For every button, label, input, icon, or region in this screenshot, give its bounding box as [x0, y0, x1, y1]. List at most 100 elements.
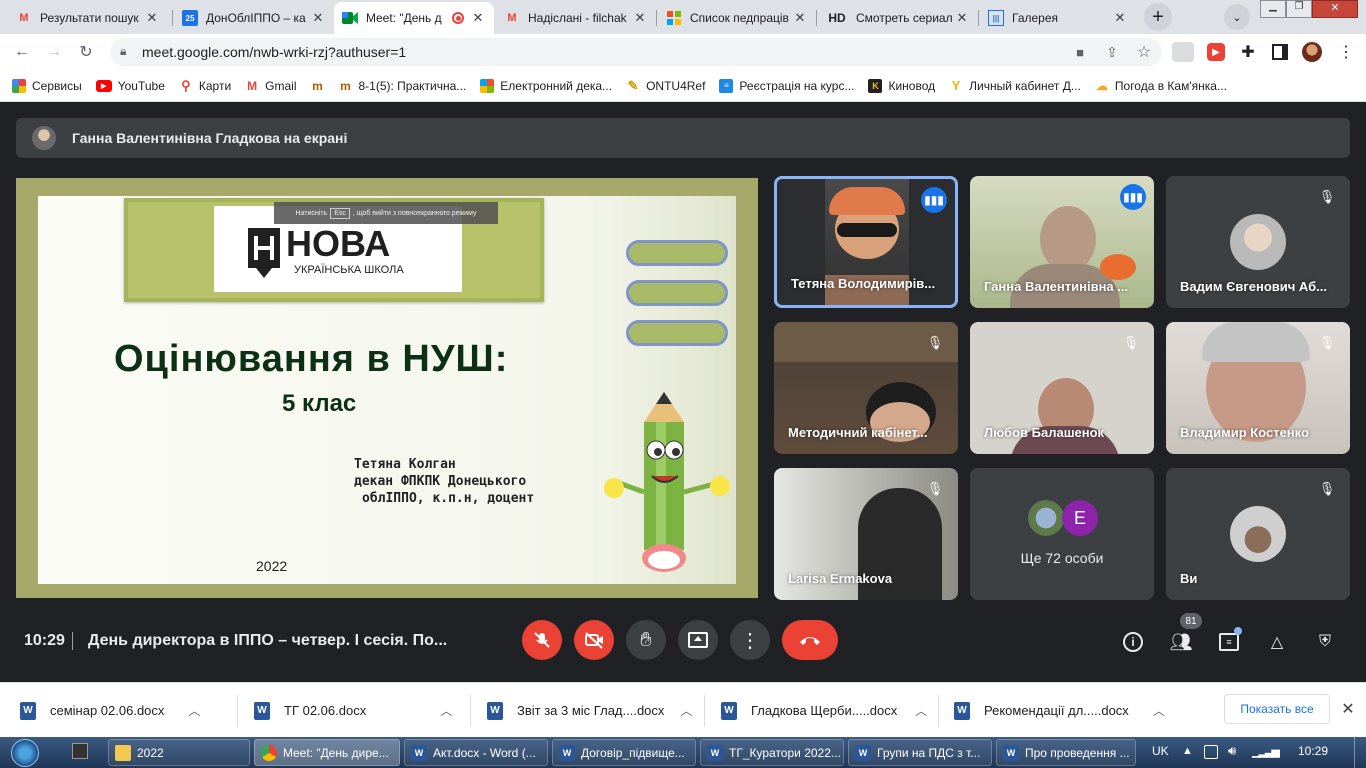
tab-search-button[interactable]: ⌄: [1224, 4, 1250, 30]
tab-gallery[interactable]: ||| Галерея ✕: [980, 2, 1136, 34]
camera-icon[interactable]: ■: [1066, 38, 1094, 66]
windows-start-icon: [11, 738, 39, 767]
taskbar-item-folder[interactable]: 2022: [108, 739, 250, 766]
tab-staff-list[interactable]: Список педпраців ✕: [658, 2, 816, 34]
address-bar[interactable]: 🔒︎ meet.google.com/nwb-wrki-rzj?authuser…: [110, 38, 1162, 66]
bookmark-practical[interactable]: m 8-1(5): Практична...: [339, 79, 466, 93]
close-icon[interactable]: ✕: [144, 10, 160, 26]
participant-tile[interactable]: ▮▮▮ Тетяна Володимирів...: [774, 176, 958, 308]
tray-expand-icon[interactable]: ▲: [1182, 745, 1193, 757]
close-icon[interactable]: ✕: [632, 10, 648, 26]
language-indicator[interactable]: UK: [1152, 744, 1169, 758]
divider: [938, 695, 939, 727]
new-tab-button[interactable]: +: [1144, 3, 1172, 31]
chevron-up-icon[interactable]: ︿: [1153, 702, 1165, 719]
window-controls: ▁ ❐ ✕: [1260, 0, 1366, 18]
reload-button[interactable]: ↻: [72, 38, 100, 66]
download-item[interactable]: W ТГ 02.06.docx ︿: [254, 683, 452, 738]
people-button[interactable]: 👥︎: [1166, 627, 1196, 657]
tab-series[interactable]: HD Смотреть сериал ✕: [818, 2, 978, 34]
taskbar-item-word[interactable]: W Про проведення ...: [996, 739, 1136, 766]
others-tile[interactable]: E Ще 72 особи: [970, 468, 1154, 600]
bookmark-youtube[interactable]: ▶ YouTube: [95, 79, 165, 93]
participant-tile[interactable]: 🎙︎ Любов Балашенок: [970, 322, 1154, 454]
extension-record-icon[interactable]: ▶: [1207, 43, 1225, 61]
share-icon[interactable]: ⇪: [1098, 38, 1126, 66]
media-player-icon[interactable]: [72, 743, 88, 759]
puzzle-icon[interactable]: ✚: [1234, 38, 1262, 66]
forward-button[interactable]: →: [40, 38, 68, 66]
mic-toggle-button[interactable]: [522, 620, 562, 660]
show-all-downloads-button[interactable]: Показать все: [1224, 694, 1330, 724]
tab-calendar[interactable]: 25 ДонОблІППО – ка ✕: [174, 2, 334, 34]
system-clock[interactable]: 10:29: [1298, 744, 1328, 758]
close-icon[interactable]: ✕: [310, 10, 326, 26]
slide-year: 2022: [256, 558, 288, 574]
present-button[interactable]: [678, 620, 718, 660]
close-icon[interactable]: ✕: [1112, 10, 1128, 26]
self-tile[interactable]: 🎙︎ Ви: [1166, 468, 1350, 600]
participant-tile[interactable]: 🎙︎ Владимир Костенко: [1166, 322, 1350, 454]
taskbar-item-word[interactable]: W ТГ_Куратори 2022...: [700, 739, 844, 766]
tab-search-results[interactable]: M Результати пошук ✕: [8, 2, 168, 34]
activities-button[interactable]: △: [1262, 627, 1292, 657]
participant-tile[interactable]: ▮▮▮ Ганна Валентинівна ...: [970, 176, 1154, 308]
camera-toggle-button[interactable]: [574, 620, 614, 660]
network-icon[interactable]: ▁▂▃▅: [1252, 745, 1280, 758]
participant-tile[interactable]: 🎙︎ Larisa Ermakova: [774, 468, 958, 600]
bookmark-weather[interactable]: ☁ Погода в Кам'янка...: [1095, 79, 1227, 93]
chevron-up-icon[interactable]: ︿: [915, 702, 927, 719]
raise-hand-button[interactable]: ✋︎: [626, 620, 666, 660]
bookmark-e-dean[interactable]: Електронний дека...: [480, 78, 612, 93]
taskbar-item-word[interactable]: W Акт.docx - Word (...: [404, 739, 548, 766]
profile-avatar[interactable]: [1302, 42, 1322, 62]
volume-icon[interactable]: 🔊︎: [1228, 743, 1236, 759]
restore-button[interactable]: ❐: [1286, 0, 1312, 18]
bookmark-registration[interactable]: ≡ Реєстрація на курс...: [719, 78, 854, 93]
bookmark-kinovod[interactable]: K Киновод: [868, 78, 935, 93]
chevron-up-icon[interactable]: ︿: [440, 702, 452, 719]
bookmark-services[interactable]: Сервисы: [12, 78, 82, 93]
show-desktop-button[interactable]: [1354, 737, 1366, 768]
bookmark-star-icon[interactable]: ☆: [1130, 38, 1158, 66]
host-controls-button[interactable]: ⛨: [1310, 627, 1340, 657]
chevron-up-icon[interactable]: ︿: [680, 702, 692, 719]
meeting-title: День директора в ІППО – четвер. І сесія.…: [88, 632, 448, 649]
close-icon[interactable]: ✕: [954, 10, 970, 26]
back-button[interactable]: ←: [8, 38, 36, 66]
taskbar-item-word[interactable]: W Групи на ПДС з т...: [848, 739, 992, 766]
tab-meet[interactable]: Meet: "День д ✕: [334, 2, 494, 34]
extension-profile-icon[interactable]: [1172, 42, 1194, 62]
menu-icon[interactable]: ⋮: [1332, 38, 1360, 66]
tab-title: Галерея: [1012, 11, 1059, 25]
download-item[interactable]: W Звіт за 3 міс Глад....docx ︿: [487, 683, 692, 738]
participant-avatar: [1230, 214, 1286, 270]
download-item[interactable]: W семінар 02.06.docx ︿: [20, 683, 200, 738]
leave-call-button[interactable]: [782, 620, 838, 660]
participant-tile[interactable]: 🎙︎ Вадим Євгенович Аб...: [1166, 176, 1350, 308]
fullscreen-hint: Натисніть Esc , щоб вийти з повноекранно…: [274, 202, 498, 224]
bookmark-cabinet[interactable]: Y Личный кабинет Д...: [949, 78, 1081, 93]
reg-icon: ≡: [719, 78, 734, 93]
taskbar-item-chrome[interactable]: Meet: "День дире...: [254, 739, 400, 766]
taskbar-item-word[interactable]: W Договір_підвище...: [552, 739, 696, 766]
close-window-button[interactable]: ✕: [1312, 0, 1358, 18]
download-item[interactable]: W Рекомендації дл.....docx ︿: [954, 683, 1165, 738]
bookmark-maps[interactable]: ⚲ Карти: [179, 78, 231, 93]
minimize-button[interactable]: ▁: [1260, 0, 1286, 18]
side-panel-icon[interactable]: [1272, 44, 1288, 60]
meeting-details-button[interactable]: i: [1118, 627, 1148, 657]
close-icon[interactable]: ✕: [792, 10, 808, 26]
bookmark-gmail[interactable]: M Gmail: [245, 79, 296, 93]
tab-sent-mail[interactable]: M Надіслані - filchak ✕: [496, 2, 656, 34]
more-options-button[interactable]: ⋮: [730, 620, 770, 660]
close-downloads-button[interactable]: ✕: [1338, 699, 1358, 719]
bookmark-edu[interactable]: m: [311, 79, 331, 93]
close-icon[interactable]: ✕: [470, 10, 486, 26]
participant-tile[interactable]: 🎙︎ Методичний кабінет...: [774, 322, 958, 454]
chevron-up-icon[interactable]: ︿: [188, 702, 200, 719]
download-item[interactable]: W Гладкова Щерби.....docx ︿: [721, 683, 927, 738]
device-tray-icon[interactable]: [1204, 745, 1218, 759]
bookmark-ontu[interactable]: ✎ ONTU4Ref: [626, 78, 706, 93]
start-button[interactable]: [4, 737, 46, 768]
